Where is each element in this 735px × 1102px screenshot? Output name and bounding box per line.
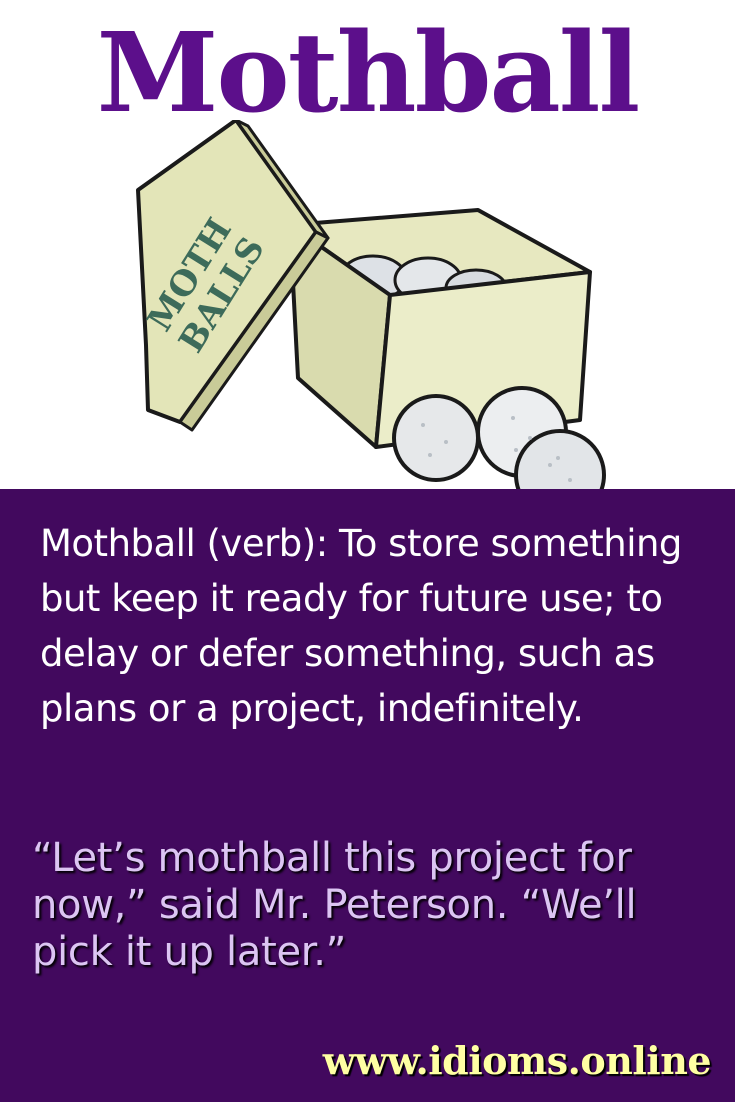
idiom-card: Mothball MOTH BALLS Mothball (verb): To … [0, 0, 735, 1102]
mothball-box-illustration: MOTH BALLS [136, 120, 606, 489]
website-link[interactable]: www.idioms.online [323, 1037, 712, 1085]
definition-panel: Mothball (verb): To store something but … [0, 489, 735, 1102]
usage-example: “Let’s mothball this project for now,” s… [32, 835, 637, 975]
mothball-spilled [392, 394, 480, 482]
idiom-title: Mothball [96, 8, 641, 137]
idiom-definition: Mothball (verb): To store something but … [40, 522, 682, 730]
illustration-area: Mothball MOTH BALLS [0, 0, 735, 489]
